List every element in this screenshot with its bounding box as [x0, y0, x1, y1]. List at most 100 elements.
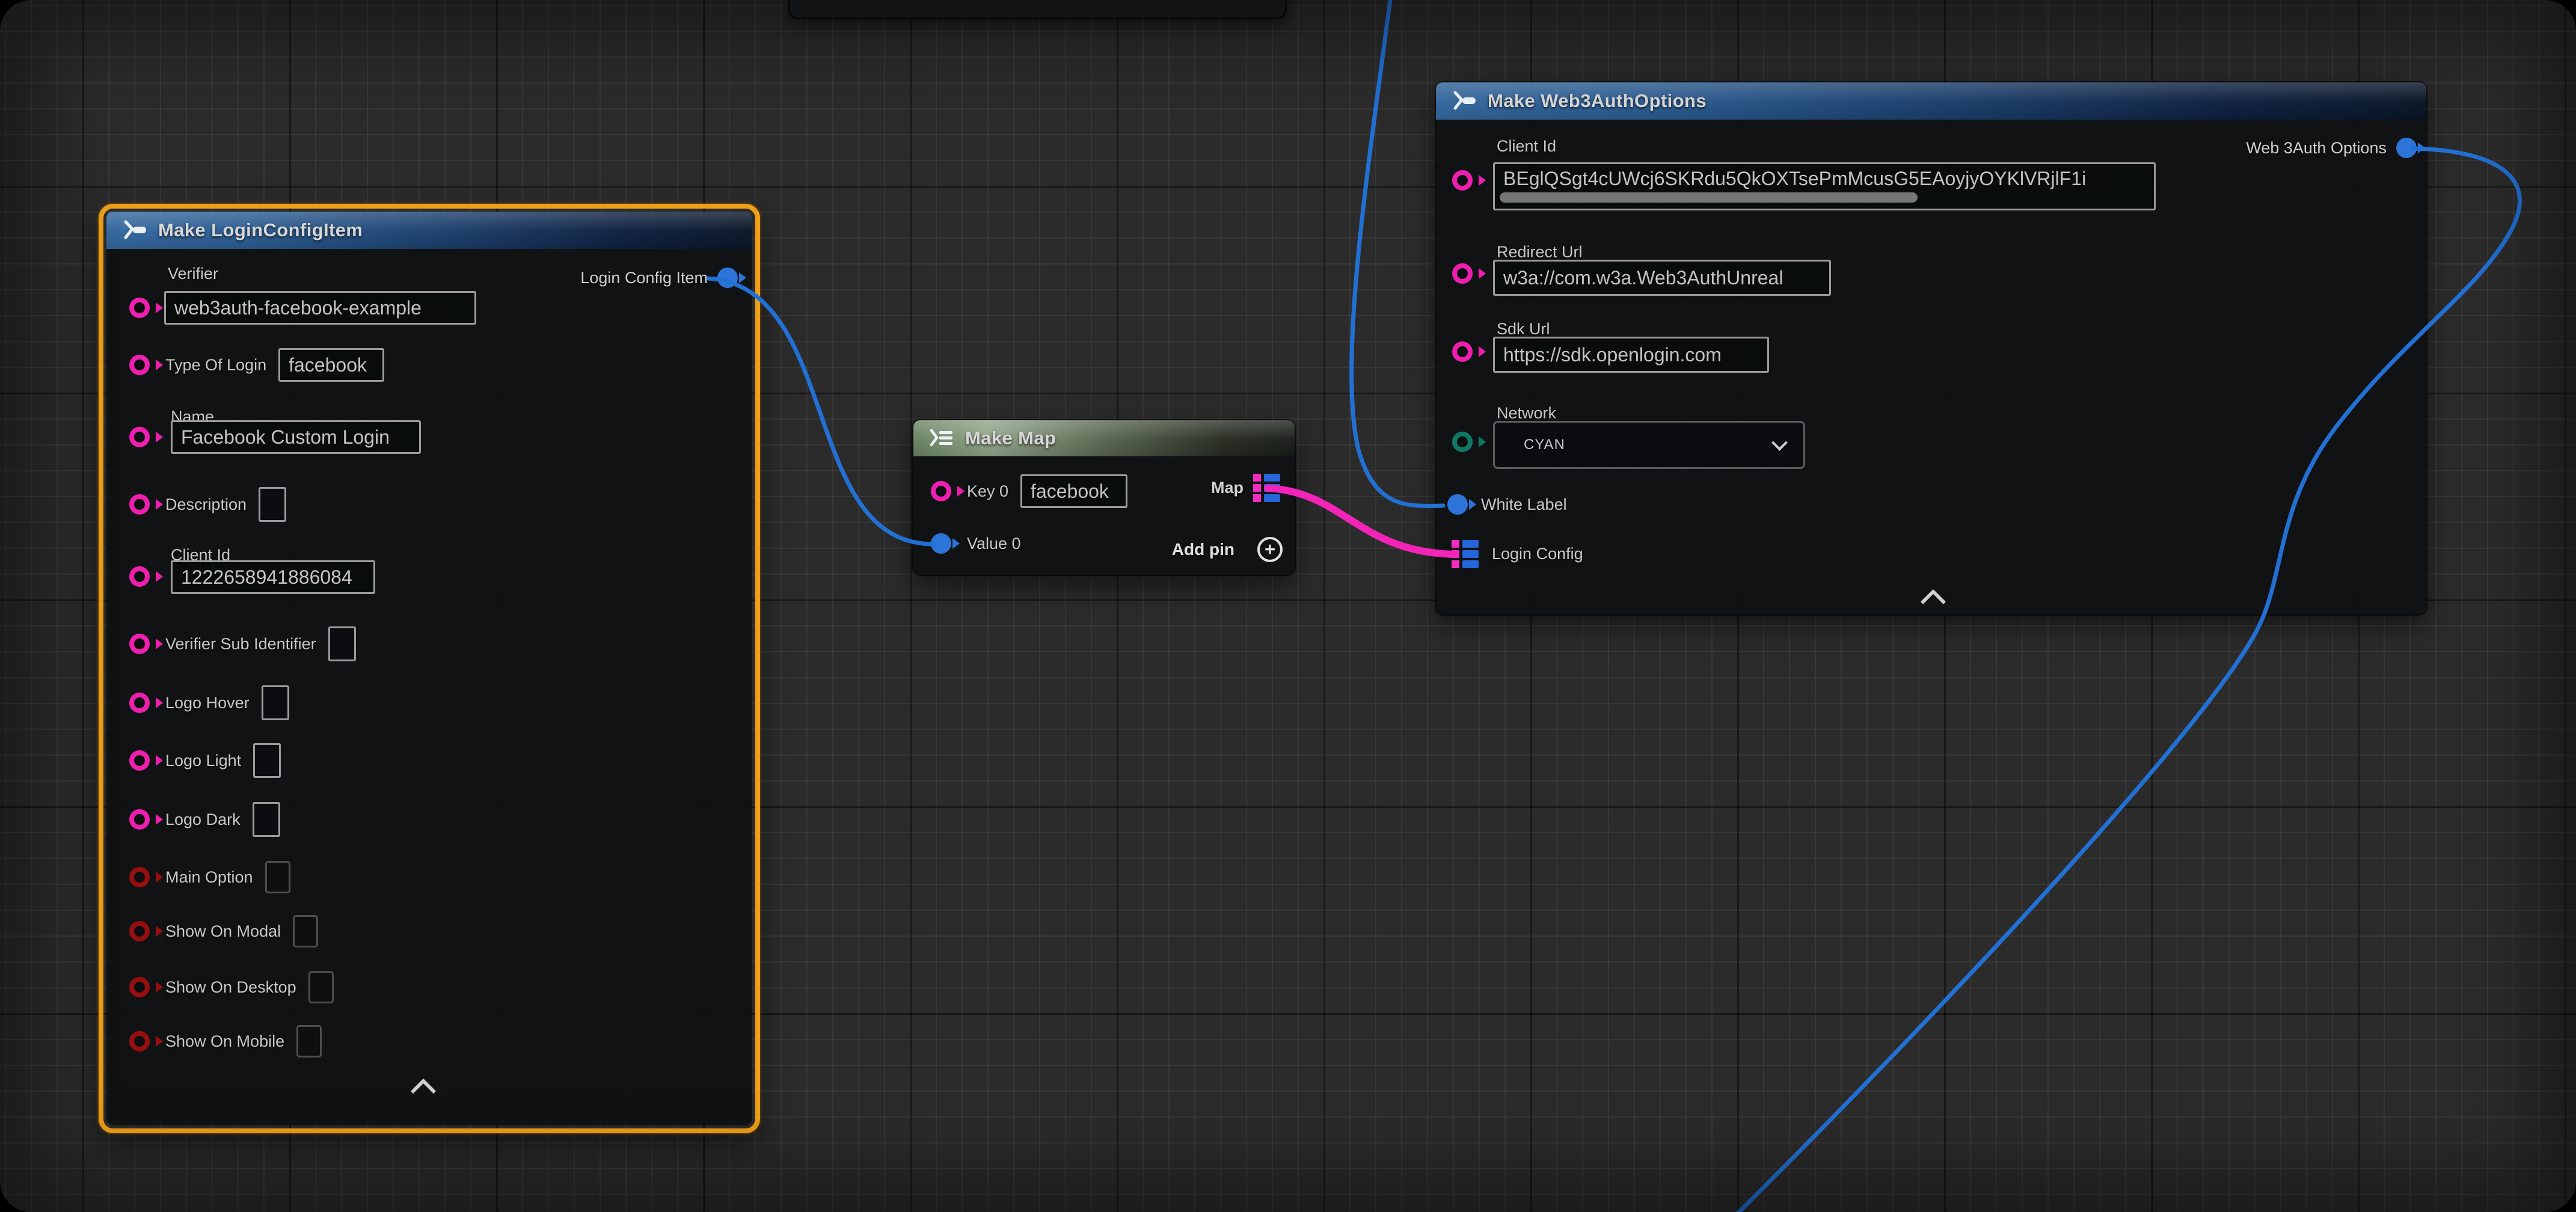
- logo-dark-input[interactable]: [253, 802, 280, 837]
- show-on-desktop-pin[interactable]: [129, 977, 150, 997]
- field-label-key0: Key 0: [967, 482, 1008, 501]
- logo-light-pin[interactable]: [129, 750, 150, 771]
- field-row-logo-dark: Logo Dark: [129, 803, 280, 836]
- field-label-type-of-login: Type Of Login: [165, 356, 266, 375]
- field-label-login-config: Login Config: [1492, 545, 1583, 563]
- field-label-show-on-mobile: Show On Mobile: [165, 1032, 284, 1051]
- collapse-node-chevron-icon[interactable]: [1921, 589, 1946, 614]
- node-header[interactable]: Make Map: [913, 420, 1295, 456]
- blueprint-editor: Make LoginConfigItem Login Config Item V…: [0, 0, 2576, 1212]
- output-row-web3auth-options: Web 3Auth Options: [2246, 132, 2417, 164]
- field-label-main-option: Main Option: [165, 868, 253, 887]
- blueprint-graph-canvas[interactable]: Make LoginConfigItem Login Config Item V…: [0, 0, 2576, 1212]
- verifier-sub-identifier-input[interactable]: [328, 626, 356, 661]
- field-row-logo-hover: Logo Hover: [129, 686, 289, 720]
- add-pin-plus-icon[interactable]: [1257, 537, 1283, 562]
- output-pin-label: Web 3Auth Options: [2246, 139, 2387, 158]
- node-make-web3authoptions[interactable]: Make Web3AuthOptions Web 3Auth Options C…: [1436, 82, 2426, 614]
- verifier-pin[interactable]: [129, 298, 150, 318]
- sdk-url-pin[interactable]: [1452, 341, 1473, 362]
- network-dropdown[interactable]: CYAN: [1493, 421, 1805, 469]
- field-row-key0: Key 0 facebook: [931, 474, 1127, 508]
- verifier-sub-identifier-pin[interactable]: [129, 634, 150, 654]
- make-struct-icon: [1450, 89, 1477, 113]
- client-id-pin[interactable]: [129, 566, 150, 587]
- key0-input[interactable]: facebook: [1020, 474, 1127, 508]
- name-input[interactable]: Facebook Custom Login: [171, 420, 421, 454]
- description-pin[interactable]: [129, 494, 150, 515]
- redirect-url-pin[interactable]: [1452, 263, 1473, 284]
- field-row-description: Description: [129, 488, 286, 521]
- field-row-white-label: White Label: [1447, 488, 1579, 521]
- logo-hover-pin[interactable]: [129, 693, 150, 713]
- main-option-pin[interactable]: [129, 867, 150, 887]
- show-on-mobile-pin[interactable]: [129, 1031, 150, 1051]
- field-label-network: Network: [1497, 404, 1556, 423]
- field-label-white-label: White Label: [1481, 495, 1567, 514]
- node-make-loginconfigitem[interactable]: Make LoginConfigItem Login Config Item V…: [99, 204, 760, 1133]
- field-label-verifier-sub-identifier: Verifier Sub Identifier: [165, 635, 316, 653]
- field-label-client-id: Client Id: [1497, 137, 1556, 156]
- type-of-login-input[interactable]: facebook: [278, 348, 384, 382]
- offscreen-node-bottom[interactable]: [788, 0, 1287, 19]
- node-make-loginconfigitem-body[interactable]: Make LoginConfigItem Login Config Item V…: [106, 212, 752, 1125]
- node-make-map[interactable]: Make Map Key 0 facebook Map Value 0 Add …: [913, 420, 1295, 575]
- wire-map-to-loginconfig[interactable]: [1268, 488, 1454, 554]
- main-option-checkbox[interactable]: [265, 861, 290, 893]
- make-map-icon: [928, 426, 954, 450]
- node-title: Make Map: [965, 427, 1056, 449]
- field-label-redirect-url: Redirect Url: [1497, 243, 1583, 262]
- wire-top-to-whitelabel[interactable]: [1352, 0, 1443, 506]
- logo-light-input[interactable]: [253, 743, 281, 778]
- field-row-verifier-sub-identifier: Verifier Sub Identifier: [129, 627, 356, 661]
- collapse-node-chevron-icon[interactable]: [411, 1079, 436, 1104]
- field-row-logo-light: Logo Light: [129, 744, 281, 777]
- output-pin-label: Login Config Item: [580, 269, 708, 287]
- description-input[interactable]: [259, 487, 286, 522]
- client-id-pin[interactable]: [1452, 170, 1473, 191]
- verifier-input[interactable]: web3auth-facebook-example: [164, 291, 476, 325]
- field-label-verifier: Verifier: [168, 265, 218, 283]
- node-title: Make Web3AuthOptions: [1488, 90, 1707, 112]
- make-struct-icon: [121, 218, 147, 242]
- logo-hover-input[interactable]: [262, 685, 289, 720]
- name-pin[interactable]: [129, 427, 150, 447]
- key0-pin[interactable]: [931, 481, 951, 501]
- field-label-sdk-url: Sdk Url: [1497, 320, 1550, 338]
- redirect-url-input[interactable]: w3a://com.w3a.Web3AuthUnreal: [1493, 260, 1831, 296]
- client-id-scrollbar[interactable]: [1500, 192, 1918, 203]
- logo-dark-pin[interactable]: [129, 809, 150, 830]
- field-label-logo-hover: Logo Hover: [165, 694, 250, 712]
- network-pin[interactable]: [1452, 432, 1473, 452]
- field-row-show-on-desktop: Show On Desktop: [129, 970, 334, 1004]
- field-row-main-option: Main Option: [129, 860, 290, 894]
- dropdown-chevron-icon: [1771, 435, 1788, 451]
- white-label-pin[interactable]: [1447, 494, 1468, 515]
- field-row-login-config: Login Config: [1452, 537, 1595, 570]
- show-on-mobile-checkbox[interactable]: [296, 1025, 322, 1057]
- show-on-desktop-checkbox[interactable]: [308, 971, 334, 1003]
- field-row-type-of-login: Type Of Login facebook: [129, 348, 384, 382]
- field-row-value0: Value 0: [931, 527, 1033, 560]
- add-pin-label: Add pin: [1172, 540, 1234, 559]
- node-header[interactable]: Make Web3AuthOptions: [1436, 82, 2426, 120]
- field-label-logo-dark: Logo Dark: [165, 810, 241, 829]
- field-label-value0: Value 0: [967, 534, 1021, 553]
- show-on-modal-checkbox[interactable]: [293, 915, 318, 947]
- node-header[interactable]: Make LoginConfigItem: [106, 212, 752, 249]
- network-selected-value: CYAN: [1524, 436, 1565, 453]
- sdk-url-input[interactable]: https://sdk.openlogin.com: [1493, 337, 1769, 373]
- output-pin-label: Map: [1211, 479, 1244, 497]
- client-id-input[interactable]: 1222658941886084: [171, 560, 375, 594]
- client-id-input[interactable]: BEglQSgt4cUWcj6SKRdu5QkOXTsePmMcusG5EAoy…: [1493, 162, 2156, 210]
- add-pin-control[interactable]: Add pin: [1172, 533, 1283, 566]
- node-title: Make LoginConfigItem: [158, 219, 363, 241]
- client-id-value: BEglQSgt4cUWcj6SKRdu5QkOXTsePmMcusG5EAoy…: [1503, 168, 2086, 190]
- show-on-modal-pin[interactable]: [129, 921, 150, 941]
- field-row-show-on-modal: Show On Modal: [129, 914, 318, 948]
- field-label-show-on-modal: Show On Modal: [165, 922, 281, 941]
- field-label-show-on-desktop: Show On Desktop: [165, 978, 296, 997]
- type-of-login-pin[interactable]: [129, 355, 150, 375]
- field-label-description: Description: [165, 495, 247, 514]
- field-label-logo-light: Logo Light: [165, 751, 241, 770]
